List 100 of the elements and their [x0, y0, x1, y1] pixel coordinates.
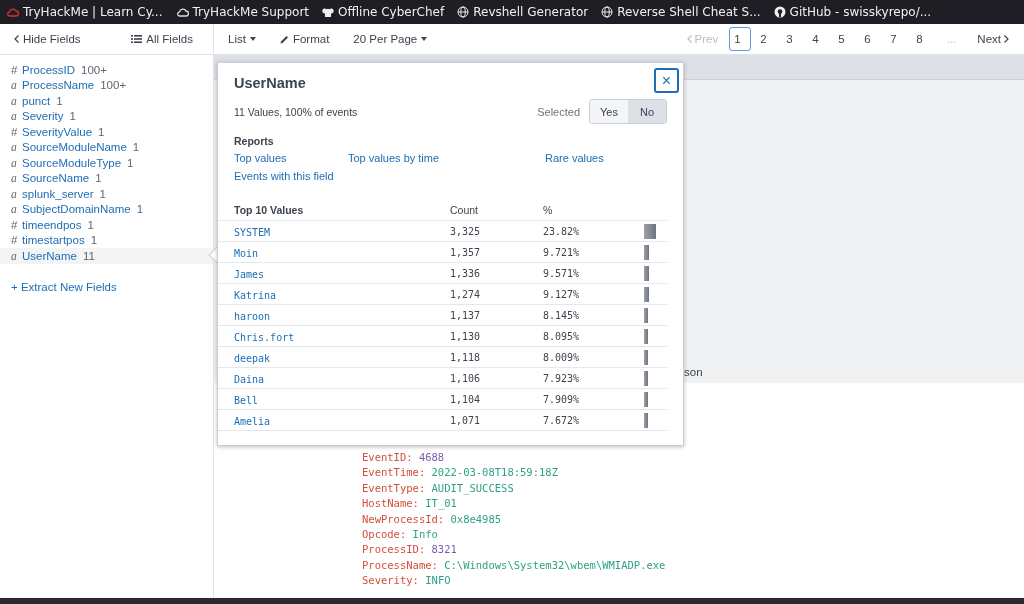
globe-icon — [601, 6, 614, 18]
percent-bar — [644, 370, 648, 386]
count-cell-text: 1,104 — [450, 393, 482, 405]
report-link[interactable]: Events with this field — [234, 170, 348, 182]
percent-cell-text: 8.009% — [543, 351, 581, 363]
report-link[interactable]: Top values by time — [348, 152, 545, 164]
selected-label: Selected — [537, 105, 580, 118]
event-field-line: Opcode: Info — [362, 527, 439, 542]
bookmark-link[interactable]: Offline CyberChef — [322, 5, 445, 19]
values-summary: 11 Values, 100% of events — [234, 105, 358, 118]
count-cell-text: 3,325 — [450, 225, 482, 237]
report-link[interactable]: Rare values — [545, 152, 683, 164]
field-list-item[interactable]: a ProcessName 100+ — [0, 77, 213, 93]
value-link[interactable]: Bell — [234, 395, 259, 406]
field-list-item[interactable]: a Severity 1 — [0, 108, 213, 124]
all-fields-button[interactable]: All Fields — [131, 33, 193, 45]
bookmark-link[interactable]: TryHackMe | Learn Cy... — [6, 5, 163, 19]
field-list-item[interactable]: a SourceName 1 — [0, 170, 213, 186]
field-list-item[interactable]: # timestartpos 1 — [0, 232, 213, 248]
value-link[interactable]: Amelia — [234, 416, 271, 427]
extract-fields-link[interactable]: + Extract New Fields — [11, 280, 213, 293]
field-list-item[interactable]: # ProcessID 100+ — [0, 62, 213, 78]
percent-cell-text: 9.571% — [543, 267, 581, 279]
pagination-ellipsis: ... — [946, 33, 958, 45]
bookmark-link[interactable]: Reverse Shell Cheat S... — [601, 5, 761, 19]
value-link[interactable]: deepak — [234, 353, 271, 364]
result-text: son — [684, 366, 703, 378]
value-link[interactable]: Moin — [234, 248, 259, 259]
value-link[interactable]: Katrina — [234, 290, 277, 301]
field-name: Severity — [22, 110, 64, 123]
percent-cell-text: 8.095% — [543, 330, 581, 342]
field-name: SourceName — [22, 172, 90, 185]
field-type-label: a — [11, 110, 18, 123]
list-dropdown[interactable]: List — [228, 33, 256, 45]
column-header: Top 10 Values — [234, 204, 305, 216]
value-link[interactable]: haroon — [234, 311, 271, 322]
field-count: 100+ — [81, 63, 107, 76]
field-count: 1 — [136, 203, 144, 216]
value-link[interactable]: Daina — [234, 374, 265, 385]
percent-bar — [644, 286, 649, 302]
field-type-label: # — [11, 125, 18, 138]
field-name: timeendpos — [22, 218, 82, 231]
field-count: 1 — [56, 94, 63, 107]
field-type-label: a — [11, 249, 18, 262]
percent-bar — [644, 244, 649, 260]
event-field-line: EventID: 4688 — [362, 451, 446, 465]
field-list-item[interactable]: # timeendpos 1 — [0, 217, 213, 233]
event-field-line: HostName: IT_01 — [362, 497, 458, 512]
hide-fields-button[interactable]: Hide Fields — [14, 33, 81, 45]
bookmark-link[interactable]: Revshell Generator — [457, 5, 589, 19]
field-list-item[interactable]: a UserName 11 — [0, 248, 213, 264]
field-list-item[interactable]: a SubjectDomainName 1 — [0, 201, 213, 217]
percent-bar — [644, 307, 649, 323]
field-list-item[interactable]: a punct 1 — [0, 93, 213, 109]
field-list-item[interactable]: a SourceModuleName 1 — [0, 139, 213, 155]
toggle-button[interactable]: No — [628, 100, 666, 123]
count-cell-text: 1,137 — [450, 309, 482, 321]
field-name: SeverityValue — [22, 125, 93, 138]
percent-cell-text: 7.672% — [543, 414, 581, 426]
column-header: Count — [450, 204, 480, 216]
field-list-item[interactable]: a SourceModuleType 1 — [0, 155, 213, 171]
percent-cell-text: 9.127% — [543, 288, 581, 300]
field-name: SubjectDomainName — [22, 203, 131, 216]
field-count: 1 — [87, 218, 94, 231]
close-button[interactable]: × — [654, 68, 679, 93]
field-list-item[interactable]: # SeverityValue 1 — [0, 124, 213, 140]
event-field-line: EventType: AUDIT_SUCCESS — [362, 481, 515, 497]
field-type-label: a — [11, 187, 18, 200]
field-count: 1 — [95, 172, 102, 185]
column-header: % — [543, 204, 554, 216]
count-cell-text: 1,106 — [450, 372, 482, 384]
field-name: SourceModuleType — [22, 156, 122, 169]
per-page-dropdown[interactable]: 20 Per Page — [353, 33, 428, 45]
toggle-button[interactable]: Yes — [590, 100, 628, 123]
count-cell-text: 1,071 — [450, 414, 482, 426]
percent-bar — [644, 349, 648, 365]
percent-bar — [644, 223, 656, 239]
field-name: ProcessName — [22, 79, 95, 92]
format-button[interactable]: Format — [279, 33, 330, 45]
count-cell-text: 1,274 — [450, 288, 482, 300]
value-link[interactable]: SYSTEM — [234, 227, 271, 238]
bookmark-link[interactable]: TryHackMe Support — [175, 5, 309, 19]
list-icon — [131, 35, 143, 43]
percent-bar — [644, 391, 648, 407]
field-name: timestartpos — [22, 234, 85, 247]
field-count: 1 — [90, 234, 98, 247]
page-button[interactable]: 1 — [729, 27, 752, 51]
report-link[interactable]: Top values — [234, 152, 348, 164]
caret-icon — [421, 37, 428, 41]
bookmark-link[interactable]: GitHub - swisskyrepo/... — [773, 5, 932, 19]
chevron-right-icon — [1004, 35, 1009, 43]
caret-icon — [249, 37, 256, 41]
percent-bar — [644, 265, 649, 281]
globe-icon — [457, 6, 470, 18]
value-link[interactable]: Chris.fort — [234, 332, 295, 343]
value-link[interactable]: James — [234, 269, 265, 280]
field-list-item[interactable]: a splunk_server 1 — [0, 186, 213, 202]
field-type-label: # — [11, 63, 18, 76]
percent-cell-text: 9.721% — [543, 246, 581, 258]
percent-cell-text: 7.909% — [543, 393, 581, 405]
